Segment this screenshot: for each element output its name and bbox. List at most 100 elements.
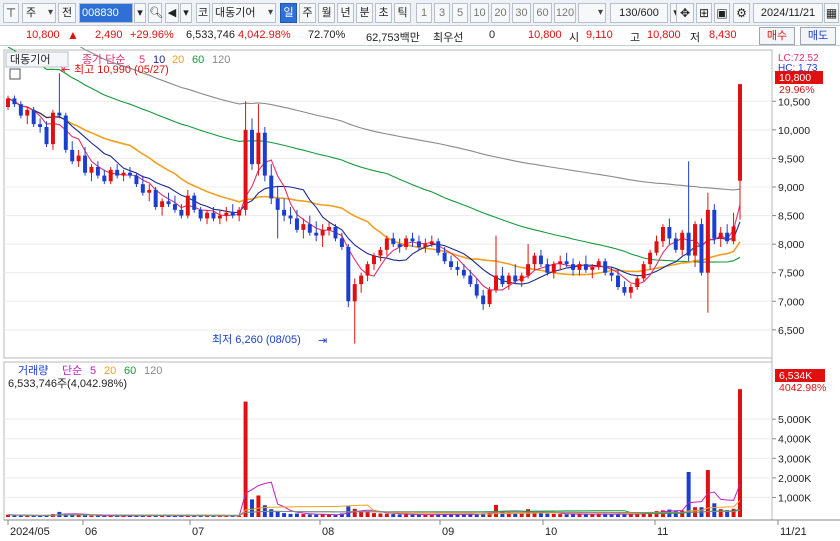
candle-body xyxy=(699,224,704,273)
volume-axis-ticks: 5,000K 4,000K 3,000K 2,000K 1,000K xyxy=(772,414,811,504)
volume-ma-20: 20 xyxy=(104,365,116,377)
priority-value: 0 xyxy=(489,29,496,41)
candle-body xyxy=(205,212,210,219)
volume-bar xyxy=(410,514,415,517)
minute-20-button[interactable]: 20 xyxy=(491,3,510,23)
zoom-icon[interactable]: ⊞ xyxy=(696,3,712,23)
minute-1-button[interactable]: 1 xyxy=(416,3,432,23)
save-icon[interactable]: ▣ xyxy=(714,3,730,23)
candle-body xyxy=(545,264,550,273)
candle-body xyxy=(449,261,454,267)
candle-body xyxy=(172,204,177,210)
volume-bar xyxy=(538,513,543,517)
candle-body xyxy=(359,275,364,285)
volume-bar xyxy=(275,511,280,517)
candle-body xyxy=(686,232,691,256)
candle-body xyxy=(384,238,389,250)
volume-bar xyxy=(718,509,723,517)
candle-body xyxy=(455,267,460,270)
candle-body xyxy=(590,267,595,270)
candle-body xyxy=(18,104,23,116)
market-select[interactable]: 주 xyxy=(22,3,56,23)
candle-body xyxy=(622,287,627,293)
price-tick-label: 9,000 xyxy=(778,182,804,194)
minute-30-button[interactable]: 30 xyxy=(512,3,531,23)
candle-body xyxy=(314,232,319,236)
price-panel xyxy=(3,49,773,359)
minute-3-button[interactable]: 3 xyxy=(434,3,450,23)
ma-legend-60: 60 xyxy=(192,54,204,66)
x-axis-label: 2024/05 xyxy=(10,526,50,538)
period-second-button[interactable]: 초 xyxy=(375,3,392,23)
minute-5-button[interactable]: 5 xyxy=(452,3,468,23)
period-year-button[interactable]: 년 xyxy=(337,3,354,23)
chart-canvas[interactable]: 2024/05 06 07 08 09 10 11 11/21 대동기어 종가 단순 5 10… xyxy=(0,12,840,541)
candle-body xyxy=(436,241,441,253)
candle-body xyxy=(166,201,171,205)
volume-bar xyxy=(314,514,319,517)
volume-bar xyxy=(384,513,389,517)
minute-120-button[interactable]: 120 xyxy=(554,3,576,23)
settings-gear-icon[interactable]: ⚙ xyxy=(733,3,750,23)
candle-body xyxy=(494,275,498,290)
calendar-icon[interactable]: ▦ xyxy=(824,3,839,23)
volume-bar xyxy=(404,514,409,517)
x-axis-label: 11 xyxy=(657,526,668,538)
volume-bar xyxy=(31,515,36,517)
period-minute-button[interactable]: 분 xyxy=(356,3,373,23)
x-axis-label: 11/21 xyxy=(780,526,807,538)
candle-body xyxy=(307,224,312,233)
period-week-button[interactable]: 주 xyxy=(299,3,316,23)
prev-stock-button[interactable]: 전 xyxy=(58,3,76,23)
custom-period-select[interactable] xyxy=(578,3,606,23)
candle-body xyxy=(487,289,492,305)
current-price: 10,800 xyxy=(26,29,60,41)
low-label: 저 xyxy=(690,32,701,44)
stock-chart[interactable]: 2024/05 06 07 08 09 10 11 11/21 대동기어 종가 단순 5 10… xyxy=(0,12,840,541)
volume-bar xyxy=(76,515,81,517)
minute-60-button[interactable]: 60 xyxy=(533,3,552,23)
candle-body xyxy=(538,255,543,265)
date-field[interactable]: 2024/11/21 xyxy=(753,3,823,23)
code-dropdown-icon[interactable]: ▾ xyxy=(134,3,146,23)
candle-body xyxy=(128,172,132,176)
candle-body xyxy=(571,264,576,270)
chart-type-icon[interactable]: ⊤ xyxy=(3,3,19,23)
volume-ma-5: 5 xyxy=(90,365,96,377)
speaker-icon[interactable]: ◀ xyxy=(165,3,179,23)
volume-bar xyxy=(25,515,30,517)
volume-bar xyxy=(333,515,338,517)
volume-bar xyxy=(455,514,460,517)
search-icon[interactable]: 🔍︎ xyxy=(148,3,163,23)
minute-10-button[interactable]: 10 xyxy=(470,3,489,23)
stock-code-input[interactable]: 008830 xyxy=(79,3,133,23)
candle-body xyxy=(153,189,158,207)
price-change-pct: +29.96% xyxy=(130,29,174,41)
crosshair-icon[interactable]: ✥ xyxy=(676,3,694,23)
buy-button[interactable]: 매수 xyxy=(759,27,795,45)
candle-body xyxy=(731,226,736,242)
candle-body xyxy=(378,249,383,256)
x-axis-label: 06 xyxy=(85,526,97,538)
sell-button[interactable]: 매도 xyxy=(800,27,836,45)
candle-body xyxy=(680,232,685,250)
volume-bar xyxy=(256,495,261,517)
stock-name-select[interactable]: 대동기어 xyxy=(212,3,276,23)
view-count-field[interactable]: 130/600 xyxy=(610,3,668,23)
period-month-button[interactable]: 월 xyxy=(318,3,335,23)
candle-body xyxy=(211,212,216,219)
candle-body xyxy=(577,264,582,270)
period-day-button[interactable]: 일 xyxy=(280,3,297,23)
ma-legend-20: 20 xyxy=(172,54,184,66)
candle-body xyxy=(481,295,486,305)
candle-body xyxy=(217,215,222,219)
candle-body xyxy=(57,112,62,116)
candle-body xyxy=(712,209,717,239)
candle-body xyxy=(50,112,55,145)
open-label: 시 xyxy=(569,32,580,44)
speaker-dropdown-icon[interactable]: ▾ xyxy=(180,3,192,23)
candle-body xyxy=(25,109,30,116)
period-tick-button[interactable]: 틱 xyxy=(394,3,411,23)
x-axis-label: 09 xyxy=(442,526,454,538)
quote-bar: 10,800 ▲ 2,490 +29.96% 6,533,746 4,042.9… xyxy=(0,26,840,46)
